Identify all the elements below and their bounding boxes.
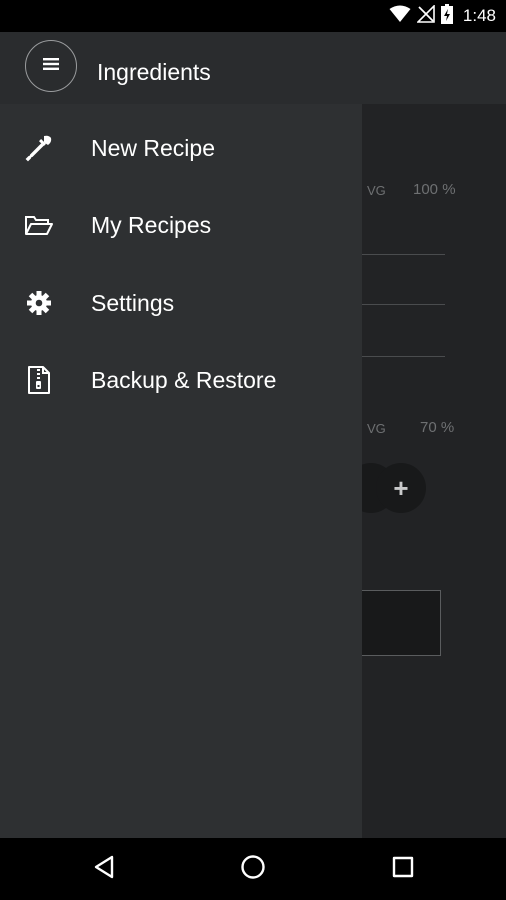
gear-icon xyxy=(24,288,54,318)
menu-icon xyxy=(42,57,60,76)
divider xyxy=(362,304,445,305)
plus-icon: + xyxy=(393,472,409,503)
drawer-item-label: My Recipes xyxy=(91,211,212,238)
drawer-item-settings[interactable]: Settings xyxy=(0,268,362,338)
status-icons: 1:48 xyxy=(389,3,496,29)
vg-label: VG xyxy=(367,421,386,436)
no-signal-icon xyxy=(415,3,435,28)
page-title: Ingredients xyxy=(97,59,211,85)
home-button[interactable] xyxy=(235,851,271,887)
drawer-item-label: Settings xyxy=(91,289,175,316)
vg-label: VG xyxy=(367,183,386,198)
vg-value: 100 % xyxy=(413,181,456,198)
drawer-item-label: New Recipe xyxy=(91,134,215,161)
recents-icon xyxy=(392,856,414,883)
back-button[interactable] xyxy=(86,851,122,887)
vg-value: 70 % xyxy=(420,419,455,436)
background-content: VG 100 % VG 70 % + xyxy=(346,104,506,838)
battery-charging-icon xyxy=(440,3,453,29)
status-time: 1:48 xyxy=(462,6,496,25)
system-nav-bar xyxy=(0,838,506,900)
back-icon xyxy=(93,855,115,884)
divider xyxy=(362,254,445,255)
status-bar: 1:48 xyxy=(0,0,506,32)
divider xyxy=(362,356,445,357)
increment-button[interactable]: + xyxy=(376,463,426,513)
drawer-item-backup-restore[interactable]: Backup & Restore xyxy=(0,345,362,415)
drawer-item-label: Backup & Restore xyxy=(91,366,277,393)
drawer-item-my-recipes[interactable]: My Recipes xyxy=(0,190,362,260)
navigation-drawer: New Recipe My Recipes Settings Backup & … xyxy=(0,104,362,838)
dropper-icon xyxy=(24,133,54,163)
action-box[interactable] xyxy=(352,590,441,656)
zip-file-icon xyxy=(24,365,54,395)
folder-open-icon xyxy=(24,210,54,240)
drawer-item-new-recipe[interactable]: New Recipe xyxy=(0,113,362,183)
home-icon xyxy=(240,854,266,885)
menu-button[interactable] xyxy=(25,40,77,92)
recents-button[interactable] xyxy=(385,851,421,887)
wifi-icon xyxy=(389,5,411,28)
